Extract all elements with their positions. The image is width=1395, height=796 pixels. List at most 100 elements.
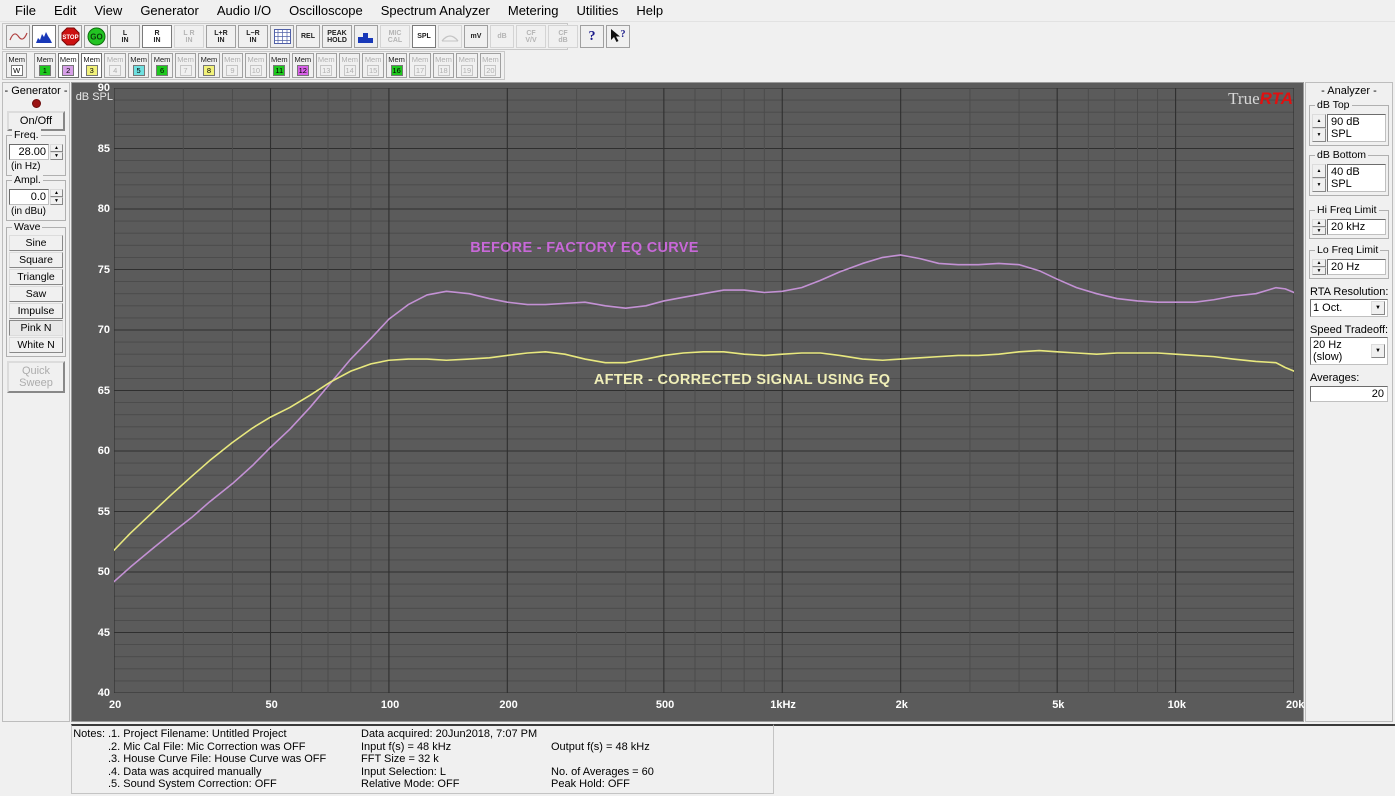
frequency-spinner-up[interactable]: ▲	[50, 144, 63, 152]
spl-button[interactable]: SPL	[412, 25, 436, 48]
sine-wave-icon[interactable]	[6, 25, 30, 48]
spectrum-icon[interactable]	[32, 25, 56, 48]
hi-freq-limit-value[interactable]: 20 kHz	[1327, 219, 1386, 235]
menu-item-file[interactable]: File	[6, 1, 45, 20]
memory-button-12[interactable]: Mem12	[292, 53, 313, 78]
right-input-button-line2: IN	[154, 37, 161, 44]
go-icon[interactable]: GO	[84, 25, 108, 48]
menu-item-spectrum-analyzer[interactable]: Spectrum Analyzer	[372, 1, 499, 20]
menu-item-metering[interactable]: Metering	[499, 1, 568, 20]
db-top-spinner[interactable]: ▲ ▼	[1312, 114, 1326, 142]
wave-button-square[interactable]: Square	[9, 252, 63, 268]
frequency-input[interactable]: 28.00	[9, 144, 49, 160]
menu-item-audio-i-o[interactable]: Audio I/O	[208, 1, 280, 20]
db-top-spinner-down[interactable]: ▼	[1312, 128, 1326, 142]
quick-sweep-button[interactable]: Quick Sweep	[7, 361, 65, 393]
averages-value[interactable]: 20	[1310, 386, 1388, 402]
bar-graph-icon[interactable]	[354, 25, 378, 48]
amplitude-spinner-down[interactable]: ▼	[50, 197, 63, 205]
frequency-spinner[interactable]: ▲ ▼	[50, 144, 63, 160]
menu-item-help[interactable]: Help	[627, 1, 672, 20]
chevron-down-icon[interactable]: ▼	[1371, 344, 1385, 358]
help-icon[interactable]: ?	[580, 25, 604, 48]
memory-button-11[interactable]: Mem11	[269, 53, 290, 78]
wave-button-impulse[interactable]: Impulse	[9, 303, 63, 319]
svg-text:GO: GO	[90, 33, 102, 42]
svg-text:?: ?	[620, 29, 625, 40]
db-bottom-spinner[interactable]: ▲ ▼	[1312, 164, 1326, 192]
frequency-spinner-down[interactable]: ▼	[50, 152, 63, 160]
db-top-legend: dB Top	[1315, 99, 1352, 111]
notes-text-tertiary: Peak Hold: OFF	[551, 778, 751, 791]
x-tick-label: 100	[381, 699, 399, 711]
amplitude-input[interactable]: 0.0	[9, 189, 49, 205]
chevron-down-icon[interactable]: ▼	[1371, 301, 1385, 315]
waveform-button-list: SineSquareTriangleSawImpulsePink NWhite …	[9, 235, 63, 353]
amplitude-spinner-up[interactable]: ▲	[50, 189, 63, 197]
wave-button-saw[interactable]: Saw	[9, 286, 63, 302]
memory-button-9[interactable]: Mem9	[222, 53, 243, 78]
memory-button-15[interactable]: Mem15	[362, 53, 383, 78]
memory-button-prefix: Mem	[36, 56, 53, 64]
menu-item-oscilloscope[interactable]: Oscilloscope	[280, 1, 372, 20]
lo-freq-spinner[interactable]: ▲ ▼	[1312, 259, 1326, 275]
menu-item-utilities[interactable]: Utilities	[567, 1, 627, 20]
db-bottom-spinner-up[interactable]: ▲	[1312, 164, 1326, 178]
memory-button-16[interactable]: Mem16	[386, 53, 407, 78]
notes-row: .3. House Curve File: House Curve was OF…	[72, 753, 773, 766]
left-input-button[interactable]: LIN	[110, 25, 140, 48]
lo-freq-limit-value[interactable]: 20 Hz	[1327, 259, 1386, 275]
memory-button-14[interactable]: Mem14	[339, 53, 360, 78]
memory-button-17[interactable]: Mem17	[409, 53, 430, 78]
menu-item-generator[interactable]: Generator	[131, 1, 208, 20]
menu-item-edit[interactable]: Edit	[45, 1, 85, 20]
hi-freq-spinner-down[interactable]: ▼	[1312, 227, 1326, 235]
lo-freq-spinner-up[interactable]: ▲	[1312, 259, 1326, 267]
memory-button-6[interactable]: Mem6	[151, 53, 172, 78]
memory-button-18[interactable]: Mem18	[433, 53, 454, 78]
memory-button-10[interactable]: Mem10	[245, 53, 266, 78]
lo-freq-spinner-down[interactable]: ▼	[1312, 267, 1326, 275]
millivolt-button[interactable]: mV	[464, 25, 488, 48]
rta-resolution-select[interactable]: 1 Oct. ▼	[1310, 299, 1388, 317]
memory-button-13[interactable]: Mem13	[316, 53, 337, 78]
memory-button-19[interactable]: Mem19	[456, 53, 477, 78]
wave-button-pink-n[interactable]: Pink N	[9, 320, 63, 336]
db-top-spinner-up[interactable]: ▲	[1312, 114, 1326, 128]
memory-button-7[interactable]: Mem7	[175, 53, 196, 78]
main-toolbar: STOPGOLINRINL RINL+RINL−RINRELPEAKHOLDMI…	[2, 23, 568, 50]
db-bottom-spinner-down[interactable]: ▼	[1312, 178, 1326, 192]
context-help-icon[interactable]: ?	[606, 25, 630, 48]
right-input-button[interactable]: RIN	[142, 25, 172, 48]
x-tick-label: 500	[656, 699, 674, 711]
memory-button-5[interactable]: Mem5	[128, 53, 149, 78]
wave-button-sine[interactable]: Sine	[9, 235, 63, 251]
stop-icon[interactable]: STOP	[58, 25, 82, 48]
peak-hold-button[interactable]: PEAKHOLD	[322, 25, 352, 48]
hi-freq-spinner-up[interactable]: ▲	[1312, 219, 1326, 227]
memory-button-4[interactable]: Mem4	[104, 53, 125, 78]
sum-input-button[interactable]: L+RIN	[206, 25, 236, 48]
menu-item-view[interactable]: View	[85, 1, 131, 20]
speed-tradeoff-select[interactable]: 20 Hz (slow) ▼	[1310, 337, 1388, 365]
toolbar-group-7: ??	[579, 25, 631, 48]
spectrum-chart[interactable]: dB SPL 4045505560657075808590 2050100200…	[71, 82, 1304, 722]
grid-icon[interactable]	[270, 25, 294, 48]
amplitude-spinner[interactable]: ▲ ▼	[50, 189, 63, 205]
memory-button-w[interactable]: MemW	[6, 53, 27, 78]
generator-onoff-button[interactable]: On/Off	[7, 111, 65, 131]
db-bottom-value[interactable]: 40 dB SPL	[1327, 164, 1386, 192]
wave-button-white-n[interactable]: White N	[9, 337, 63, 353]
memory-button-1[interactable]: Mem1	[34, 53, 55, 78]
wave-button-triangle[interactable]: Triangle	[9, 269, 63, 285]
plot-area[interactable]	[114, 88, 1294, 693]
relative-button[interactable]: REL	[296, 25, 320, 48]
right-input-button-line1: R	[154, 30, 159, 37]
memory-button-3[interactable]: Mem3	[81, 53, 102, 78]
hi-freq-spinner[interactable]: ▲ ▼	[1312, 219, 1326, 235]
db-top-value[interactable]: 90 dB SPL	[1327, 114, 1386, 142]
difference-input-button[interactable]: L−RIN	[238, 25, 268, 48]
memory-button-20[interactable]: Mem20	[480, 53, 501, 78]
memory-button-8[interactable]: Mem8	[198, 53, 219, 78]
memory-button-2[interactable]: Mem2	[58, 53, 79, 78]
